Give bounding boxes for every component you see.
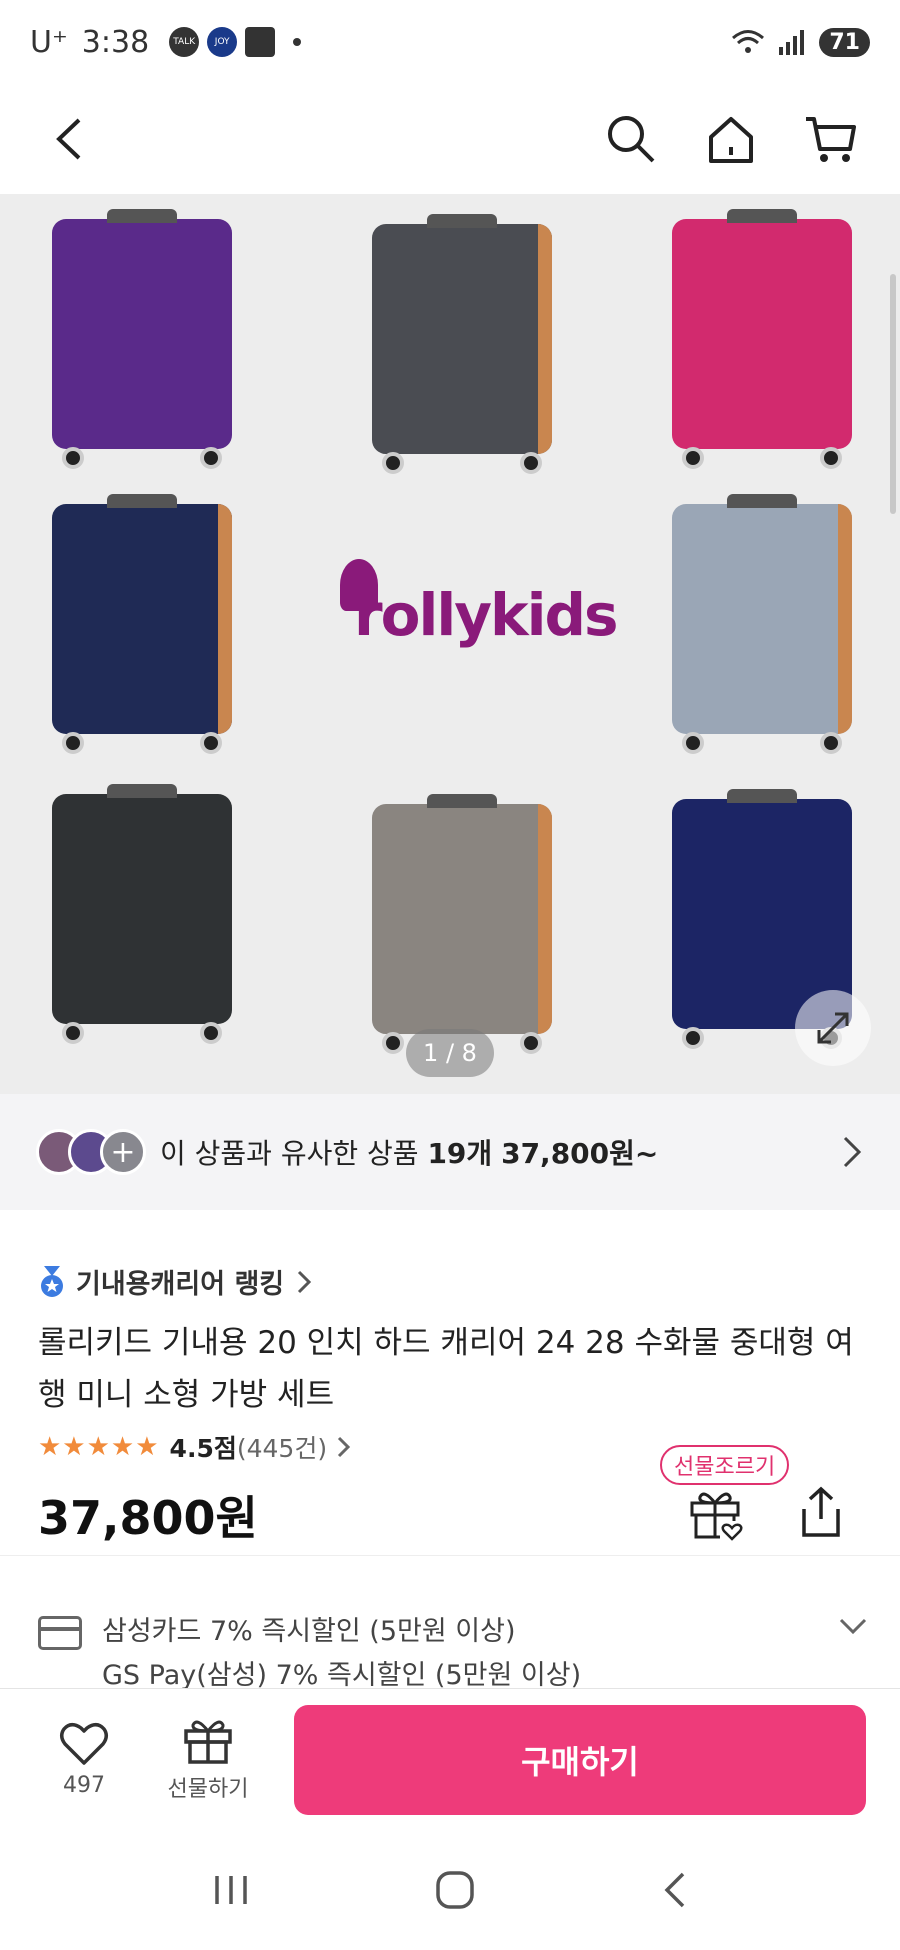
brand-logo-text: rollykids [354,581,619,649]
gift-wish-icon[interactable] [688,1487,744,1541]
share-icon[interactable] [796,1485,846,1539]
suitcase-pink [672,209,852,469]
expand-image-button[interactable] [795,990,871,1066]
home-button[interactable] [696,104,766,174]
home-nav-icon[interactable] [434,1869,476,1911]
plus-icon: + [100,1129,146,1175]
buy-button[interactable]: 구매하기 [294,1704,866,1815]
purchase-bar: 497 선물하기 구매하기 [0,1688,900,1830]
cart-icon [806,117,856,162]
ranking-label: 기내용캐리어 랭킹 [76,1269,285,1300]
suitcase-purple [52,209,232,469]
suitcase-champagne [372,794,552,1054]
search-button[interactable] [596,104,666,174]
chevron-right-icon [843,1136,862,1168]
section-divider [0,1555,900,1556]
medal-icon [41,1265,63,1297]
card-benefits[interactable]: 삼성카드 7% 즉시할인 (5만원 이상) GS Pay(삼성) 7% 즉시할인… [38,1610,868,1698]
recent-apps-icon[interactable] [211,1872,251,1908]
brand-logo: rollykids [320,559,619,649]
shopping-bag-icon [245,27,276,57]
clock: 3:38 [81,24,150,60]
similar-thumbnails: + [36,1129,146,1175]
suitcase-gray [372,214,552,474]
chevron-down-icon [839,1618,867,1635]
back-nav-icon[interactable] [659,1870,689,1910]
similar-price: 37,800원~ [501,1137,659,1170]
product-price: 37,800원 [38,1491,258,1545]
search-icon [608,116,655,163]
kakaotalk-icon: TALK [169,27,200,57]
more-notifications-dot [293,38,302,46]
battery-indicator: 71 [819,27,870,57]
credit-card-icon [38,1616,82,1650]
status-bar: U⁺ 3:38 TALK JOY 71 [0,0,900,84]
notification-app-icon: JOY [207,27,238,57]
heart-icon [60,1723,108,1765]
carrier-label: U⁺ [30,24,68,60]
rating-stars: ★★★★★ [38,1432,160,1462]
like-count: 497 [63,1773,105,1798]
product-title: 롤리키드 기내용 20 인치 하드 캐리어 24 28 수화물 중대형 여행 미… [38,1325,854,1413]
image-counter: 1 / 8 [406,1029,494,1077]
similar-prefix: 이 상품과 유사한 상품 [160,1137,428,1170]
similar-products-banner[interactable]: + 이 상품과 유사한 상품 19개 37,800원~ [0,1094,900,1210]
price-row: 37,800원 선물조르기 [38,1445,862,1545]
page-scrollbar[interactable] [890,274,896,514]
system-nav-bar [0,1830,900,1950]
suitcase-silver [672,494,852,754]
gift-label: 선물하기 [167,1776,249,1802]
gift-button[interactable]: 선물하기 [158,1717,258,1803]
home-icon [709,117,753,163]
bird-logo-icon [340,559,378,611]
suitcase-navy-cross [52,494,232,754]
similar-products-text: 이 상품과 유사한 상품 19개 37,800원~ [160,1132,658,1172]
like-button[interactable]: 497 [34,1721,134,1798]
product-info: 기내용캐리어 랭킹 롤리키드 기내용 20 인치 하드 캐리어 24 28 수화… [0,1210,900,1545]
app-header [0,84,900,194]
rating-value: 4.5점 [169,1434,237,1463]
ranking-link[interactable]: 기내용캐리어 랭킹 [38,1262,862,1301]
benefits-text: 삼성카드 7% 즉시할인 (5만원 이상) GS Pay(삼성) 7% 즉시할인… [102,1610,581,1698]
similar-count: 19개 [427,1137,493,1170]
chevron-right-icon [298,1270,312,1293]
chevron-right-icon [338,1436,351,1458]
product-image-gallery[interactable]: rollykids 1 / 8 [0,194,900,1094]
chevron-left-icon [56,118,81,160]
signal-icon [779,30,805,55]
suitcase-black [52,784,232,1044]
wifi-icon [732,30,765,53]
gift-request-badge[interactable]: 선물조르기 [660,1445,790,1485]
benefit-line-1: 삼성카드 7% 즉시할인 (5만원 이상) [102,1616,516,1647]
back-button[interactable] [34,104,104,174]
review-count: (445건) [236,1434,328,1463]
cart-button[interactable] [796,104,866,174]
expand-icon [817,1012,849,1044]
gift-icon [184,1720,232,1764]
